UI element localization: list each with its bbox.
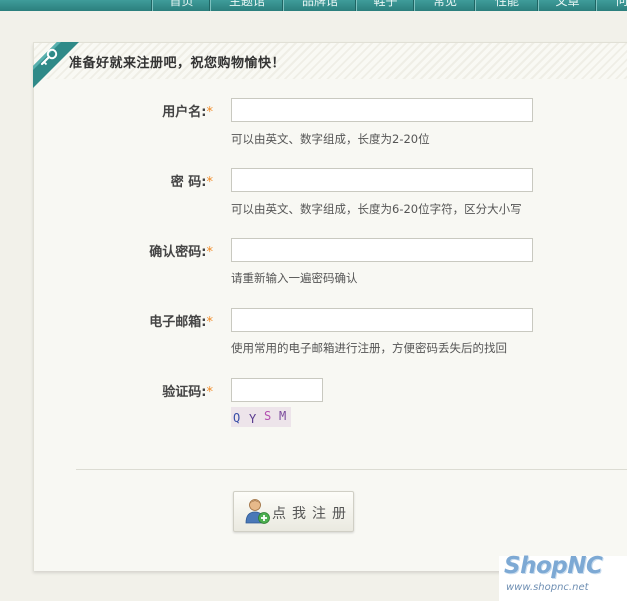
- email-input[interactable]: [231, 308, 533, 332]
- captcha-label-text: 验证码:: [162, 385, 207, 400]
- password-label: 密 码:*: [37, 171, 213, 190]
- nav-tab-theme[interactable]: 主题馆: [210, 0, 283, 11]
- required-mark: *: [206, 175, 214, 190]
- required-mark: *: [206, 105, 214, 120]
- confirm-password-label: 确认密码:*: [37, 241, 213, 260]
- username-label: 用户名:*: [37, 101, 213, 120]
- logo-url: www.shopnc.net: [506, 582, 589, 593]
- confirm-password-input[interactable]: [231, 238, 533, 262]
- captcha-char: Y: [249, 412, 257, 426]
- nav-tab-performance[interactable]: 性能: [475, 0, 538, 11]
- email-label-text: 电子邮箱:: [149, 315, 207, 330]
- nav-tab-brand[interactable]: 品牌馆: [283, 0, 356, 11]
- captcha-char: M: [279, 409, 287, 423]
- top-nav: 首页 主题馆 品牌馆 鞋子 常见 性能 文章 问: [0, 0, 627, 11]
- register-button[interactable]: 点我注册: [233, 491, 354, 532]
- required-mark: *: [206, 245, 214, 260]
- confirm-password-label-text: 确认密码:: [149, 245, 207, 260]
- email-label: 电子邮箱:*: [37, 311, 213, 330]
- shopnc-logo: ShopNC: [504, 553, 603, 579]
- confirm-password-hint: 请重新输入一遍密码确认: [231, 271, 358, 285]
- required-mark: *: [206, 315, 214, 330]
- captcha-input[interactable]: [231, 378, 323, 402]
- username-label-text: 用户名:: [162, 105, 207, 120]
- form-title: 准备好就来注册吧，祝您购物愉快！: [69, 56, 286, 71]
- form-divider: [76, 469, 627, 470]
- nav-tab-shoes[interactable]: 鞋子: [356, 0, 414, 11]
- captcha-image[interactable]: Q Y S M: [231, 407, 291, 427]
- captcha-char: Q: [233, 411, 241, 425]
- nav-tab-home[interactable]: 首页: [152, 0, 210, 11]
- password-label-text: 密 码:: [170, 175, 207, 190]
- captcha-label: 验证码:*: [37, 381, 213, 400]
- nav-tab-more[interactable]: 问: [596, 0, 627, 11]
- captcha-char: S: [264, 409, 272, 423]
- email-hint: 使用常用的电子邮箱进行注册，方便密码丢失后的找回: [231, 341, 507, 355]
- username-input[interactable]: [231, 98, 533, 122]
- nav-tab-articles[interactable]: 文章: [538, 0, 596, 11]
- password-input[interactable]: [231, 168, 533, 192]
- nav-tab-common[interactable]: 常见: [414, 0, 475, 11]
- username-hint: 可以由英文、数字组成，长度为2-20位: [231, 132, 430, 146]
- add-user-icon: [245, 499, 270, 524]
- password-hint: 可以由英文、数字组成，长度为6-20位字符，区分大小写: [231, 202, 522, 216]
- register-button-label: 点我注册: [272, 505, 352, 521]
- required-mark: *: [206, 385, 214, 400]
